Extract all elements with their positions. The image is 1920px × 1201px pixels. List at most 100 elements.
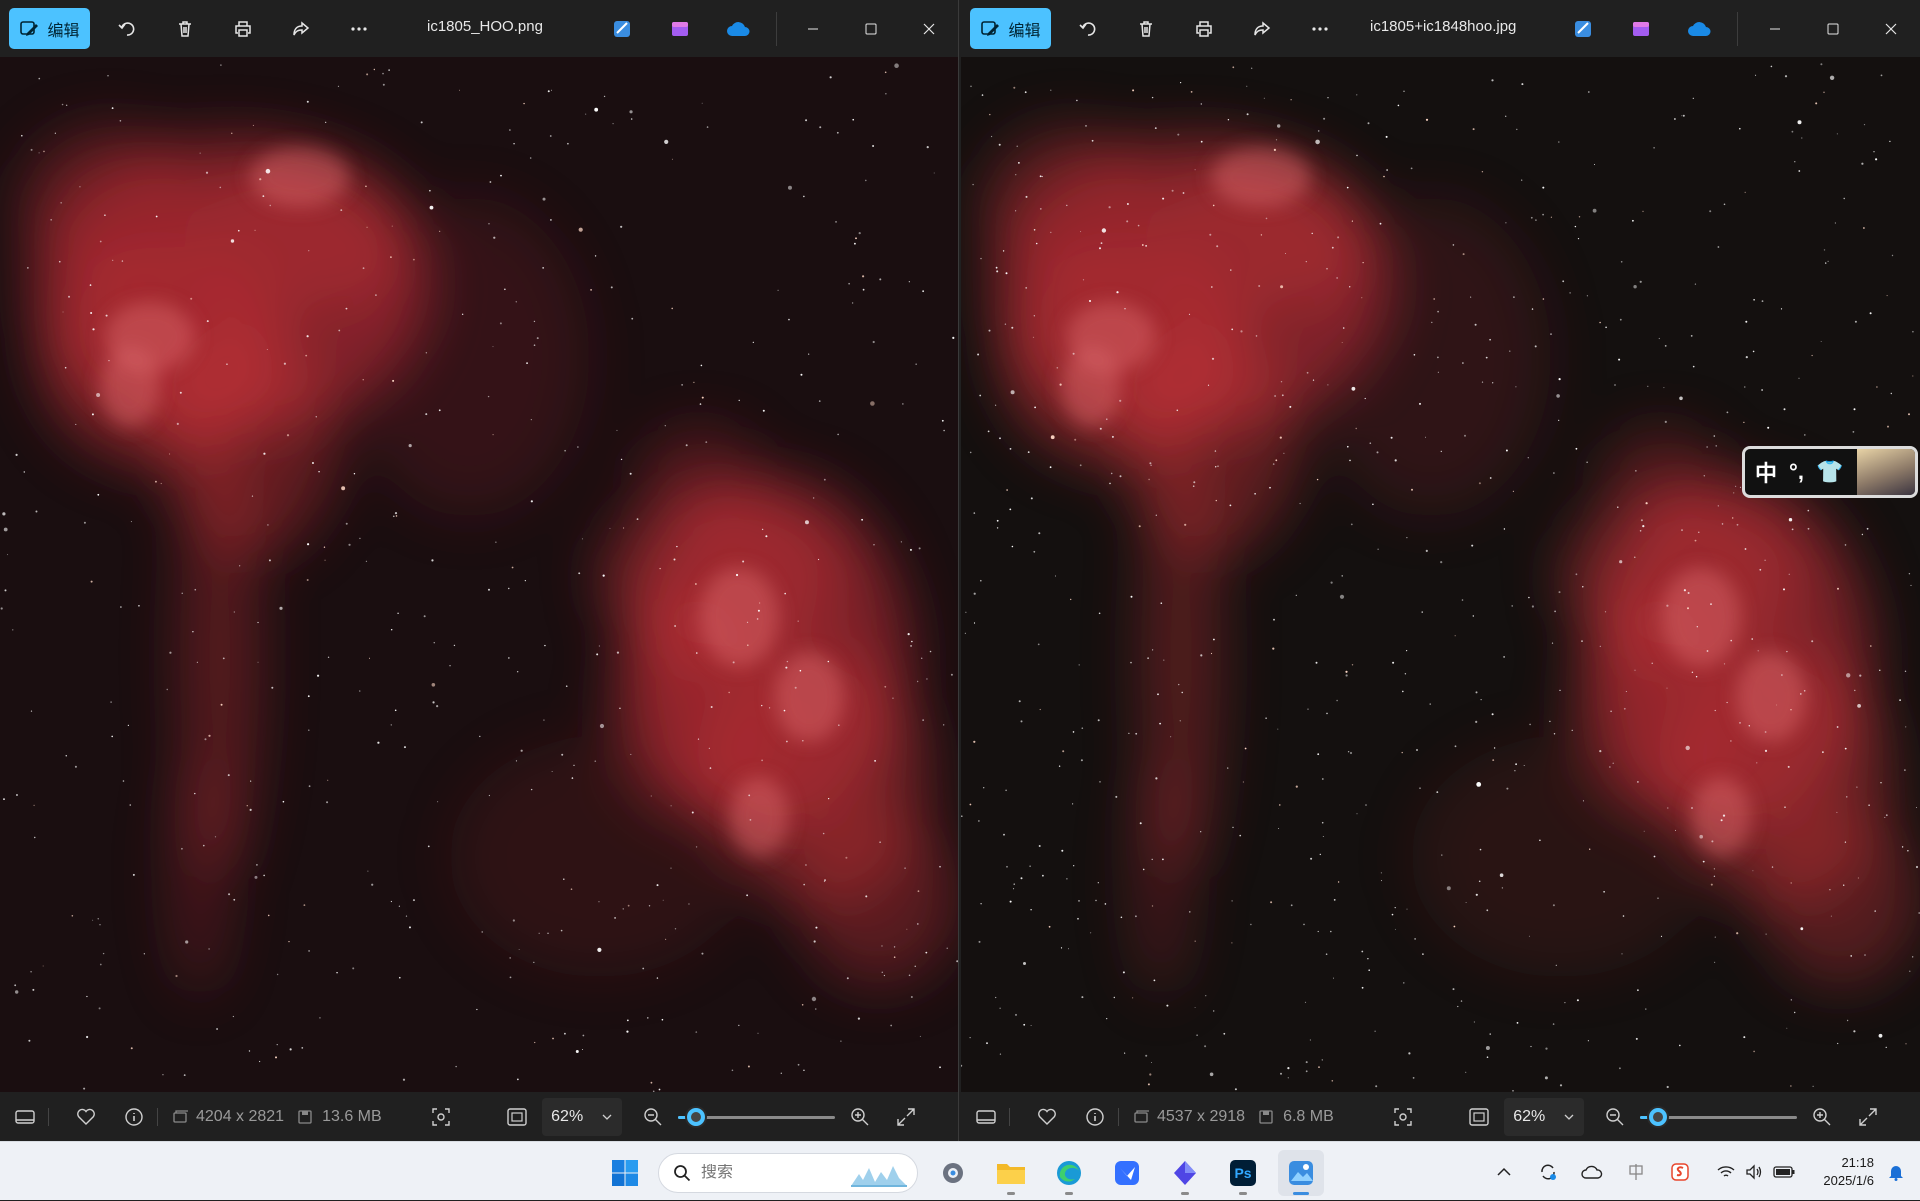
info-button[interactable] (1082, 1104, 1108, 1130)
star (1192, 485, 1195, 488)
settings-app[interactable] (930, 1150, 976, 1196)
star (1472, 615, 1474, 617)
fit-to-window-button[interactable] (1466, 1104, 1492, 1130)
more-options-button[interactable] (338, 8, 380, 50)
zoom-dropdown[interactable]: 62% (1503, 1097, 1584, 1136)
star (908, 281, 910, 283)
fit-to-window-button[interactable] (504, 1104, 530, 1130)
print-button[interactable] (222, 8, 264, 50)
delete-button[interactable] (1125, 8, 1167, 50)
clipchamp-button[interactable] (658, 12, 702, 46)
sogou-button[interactable] (1663, 1155, 1697, 1189)
info-button[interactable] (121, 1104, 147, 1130)
share-button[interactable] (1241, 8, 1283, 50)
minimize-button[interactable] (784, 0, 842, 57)
zoom-in-button[interactable] (1809, 1104, 1835, 1130)
zoom-in-button[interactable] (847, 1104, 873, 1130)
ime-mode-toggle[interactable]: 中 (1755, 456, 1777, 488)
star (62, 311, 64, 313)
filmstrip-button[interactable] (12, 1104, 38, 1130)
star (1066, 204, 1068, 207)
photos-app[interactable] (1278, 1150, 1324, 1196)
onedrive-tray-button[interactable] (1575, 1155, 1609, 1189)
start-button[interactable] (604, 1152, 646, 1194)
zoom-slider[interactable] (1639, 1107, 1797, 1127)
ime-punctuation-toggle[interactable]: °, (1789, 459, 1804, 485)
clock[interactable]: 21:18 2025/1/6 (1823, 1154, 1874, 1190)
search-box[interactable] (658, 1153, 918, 1193)
zoom-slider-thumb[interactable] (687, 1107, 706, 1126)
favorite-button[interactable] (73, 1104, 99, 1130)
gem-app[interactable] (1162, 1150, 1208, 1196)
input-method-button[interactable] (1619, 1155, 1653, 1189)
star (1059, 383, 1062, 386)
print-button[interactable] (1183, 8, 1225, 50)
share-button[interactable] (280, 8, 322, 50)
star (251, 495, 254, 497)
zoom-out-button[interactable] (1602, 1104, 1628, 1130)
quick-settings-button[interactable] (1707, 1155, 1805, 1189)
favorite-button[interactable] (1034, 1104, 1060, 1130)
star (1319, 853, 1321, 856)
ime-skin-button[interactable]: 👕 (1816, 459, 1843, 485)
visual-search-button[interactable] (428, 1104, 454, 1130)
onedrive-button[interactable] (716, 12, 760, 46)
edit-button[interactable]: 编辑 (970, 8, 1051, 49)
star (1801, 137, 1803, 139)
clipchamp-button[interactable] (1619, 12, 1663, 46)
image-canvas[interactable] (0, 57, 958, 1092)
minimize-button[interactable] (1746, 0, 1804, 57)
edit-button[interactable]: 编辑 (9, 8, 90, 49)
star (431, 683, 436, 687)
star (973, 512, 976, 514)
zoom-dropdown[interactable]: 62% (541, 1097, 622, 1136)
sync-tray-button[interactable] (1531, 1155, 1565, 1189)
notifications-button[interactable] (1884, 1155, 1908, 1189)
running-indicator (1181, 1192, 1189, 1195)
photos-editor-button[interactable] (1561, 12, 1605, 46)
zoom-slider-thumb[interactable] (1649, 1107, 1668, 1126)
star (1315, 139, 1320, 145)
star (461, 313, 464, 315)
zoom-slider[interactable] (677, 1107, 835, 1127)
maximize-button[interactable] (1804, 0, 1862, 57)
delete-button[interactable] (164, 8, 206, 50)
star (1250, 923, 1252, 926)
full-screen-button[interactable] (1855, 1104, 1881, 1130)
star (1145, 1054, 1148, 1057)
star (1038, 845, 1041, 847)
star (1184, 523, 1187, 526)
full-screen-button[interactable] (893, 1104, 919, 1130)
star (371, 883, 374, 886)
close-button[interactable] (900, 0, 958, 57)
star (222, 657, 225, 660)
rotate-button[interactable] (1067, 8, 1109, 50)
photoshop-app[interactable]: Ps (1220, 1150, 1266, 1196)
photos-editor-button[interactable] (600, 12, 644, 46)
zoom-out-button[interactable] (640, 1104, 666, 1130)
filmstrip-button[interactable] (973, 1104, 999, 1130)
rotate-button[interactable] (106, 8, 148, 50)
onedrive-button[interactable] (1677, 12, 1721, 46)
visual-search-button[interactable] (1390, 1104, 1416, 1130)
star (7, 554, 9, 556)
star (823, 478, 826, 481)
star (1857, 704, 1861, 708)
more-options-button[interactable] (1299, 8, 1341, 50)
close-button[interactable] (1862, 0, 1920, 57)
edge-app[interactable] (1046, 1150, 1092, 1196)
star (761, 704, 763, 707)
file-explorer-app[interactable] (988, 1150, 1034, 1196)
maximize-button[interactable] (842, 0, 900, 57)
star (1368, 969, 1370, 971)
star (1714, 961, 1716, 964)
search-input[interactable] (701, 1164, 821, 1182)
star (1149, 1073, 1152, 1076)
star (336, 972, 338, 974)
star (893, 956, 896, 958)
show-hidden-icons-button[interactable] (1487, 1155, 1521, 1189)
ime-toolbar[interactable]: 中 °, 👕 (1742, 446, 1918, 498)
feishu-app[interactable] (1104, 1150, 1150, 1196)
image-canvas[interactable] (961, 57, 1920, 1092)
star (787, 185, 792, 190)
